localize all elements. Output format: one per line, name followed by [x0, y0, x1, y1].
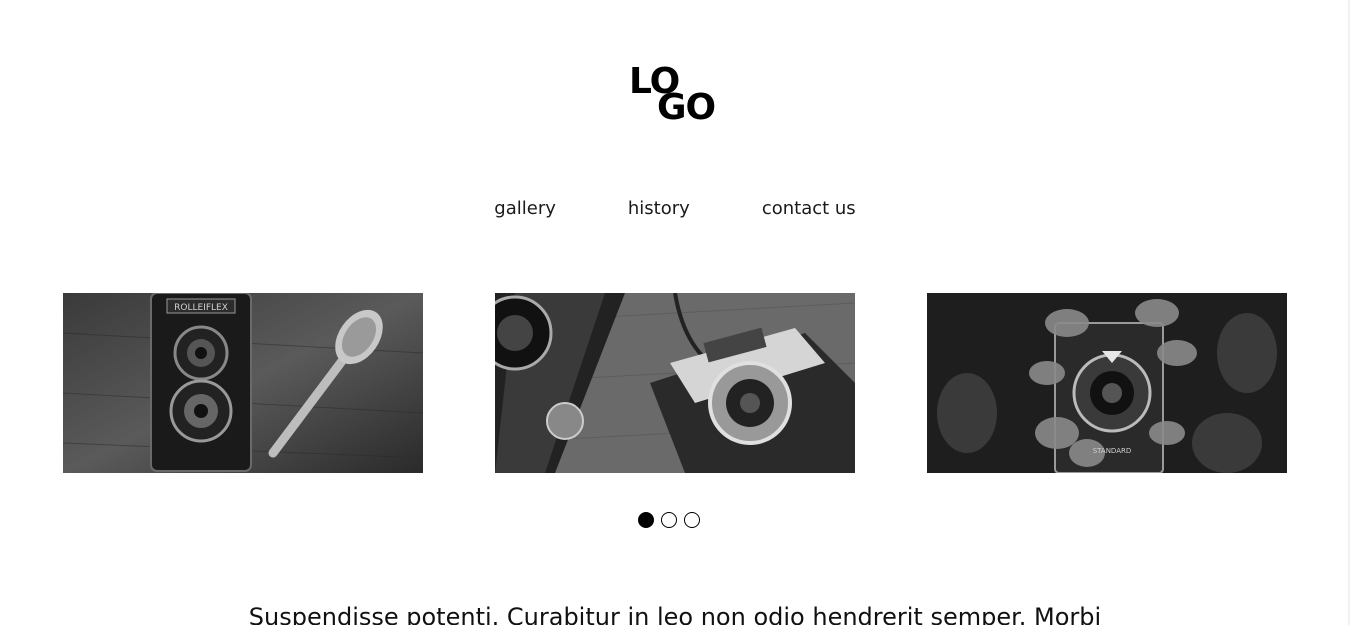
logo-text-line-2: GO [657, 87, 716, 128]
nav-item-gallery[interactable]: gallery [494, 198, 556, 220]
agfa-camera-with-leaves-photo-icon: STANDARD [927, 293, 1287, 473]
carousel-pagination [638, 512, 700, 528]
carousel-dot-3[interactable] [684, 512, 700, 528]
logo[interactable]: LO GO [629, 64, 721, 128]
page: LO GO gallery history contact us ROLLEIF… [0, 0, 1350, 625]
carousel-dot-2[interactable] [661, 512, 677, 528]
gallery-image-agfa-camera[interactable]: STANDARD [927, 293, 1287, 473]
nav-item-contact-us[interactable]: contact us [762, 198, 856, 220]
main-nav: gallery history contact us [0, 198, 1350, 220]
svg-text:ROLLEIFLEX: ROLLEIFLEX [174, 303, 228, 313]
gallery-image-compact-camera[interactable] [495, 293, 855, 473]
carousel-dot-1[interactable] [638, 512, 654, 528]
compact-camera-photo-icon [495, 293, 855, 473]
svg-text:STANDARD: STANDARD [1093, 447, 1132, 455]
gallery-image-rolleiflex[interactable]: ROLLEIFLEX [63, 293, 423, 473]
rolleiflex-camera-photo-icon: ROLLEIFLEX [63, 293, 423, 473]
intro-paragraph: Suspendisse potenti. Curabitur in leo no… [248, 603, 1102, 625]
nav-item-history[interactable]: history [628, 198, 690, 220]
